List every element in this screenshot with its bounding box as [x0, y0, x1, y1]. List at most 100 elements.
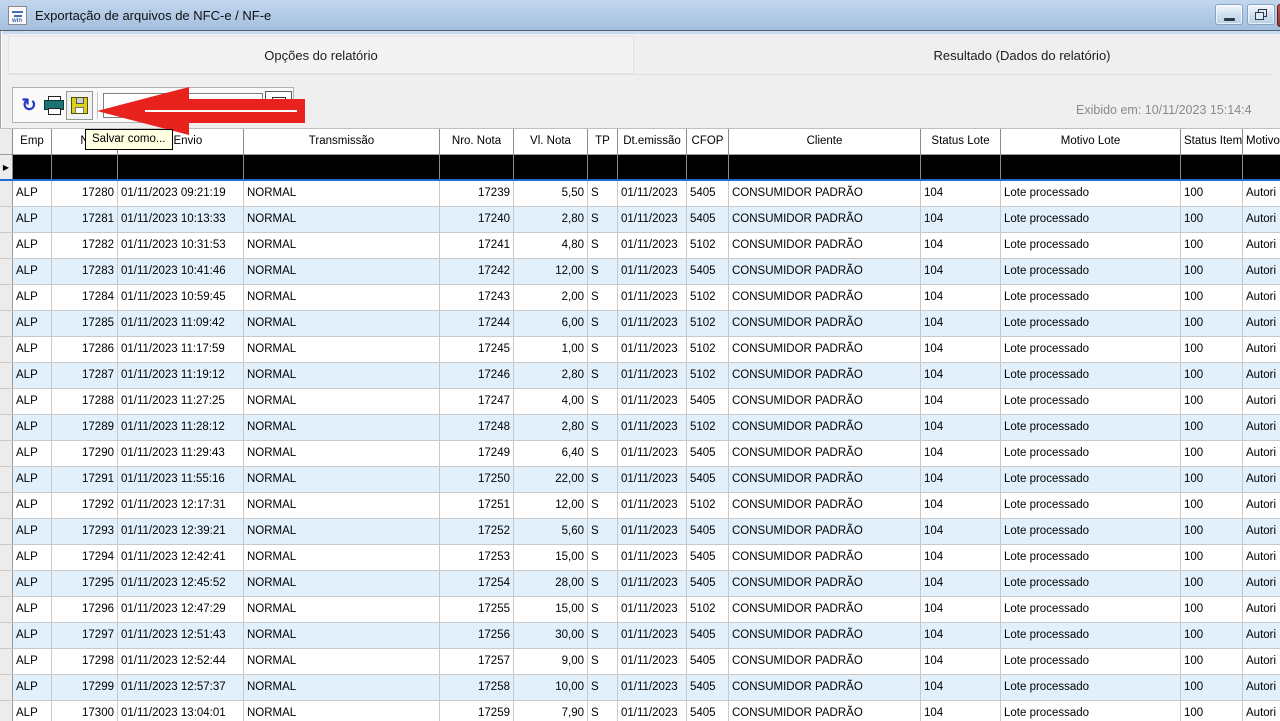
save-button[interactable] — [66, 91, 93, 120]
cell-emp: ALP — [13, 441, 52, 466]
cell-vl_nota: 12,00 — [514, 259, 588, 284]
cell-tp: S — [588, 467, 618, 492]
table-row[interactable]: ALP1729701/11/2023 12:51:43NORMAL1725630… — [0, 623, 1280, 649]
cell-dt_emissao: 01/11/2023 — [618, 181, 687, 206]
table-row[interactable]: ALP1729801/11/2023 12:52:44NORMAL172579,… — [0, 649, 1280, 675]
cell-cliente: CONSUMIDOR PADRÃO — [729, 649, 921, 674]
column-header-emp[interactable]: Emp — [13, 129, 52, 155]
cell-motivo_item: Autori — [1243, 311, 1280, 336]
cell-motivo_lote: Lote processado — [1001, 493, 1181, 518]
column-header-cfop[interactable]: CFOP — [687, 129, 729, 155]
cell-cliente: CONSUMIDOR PADRÃO — [729, 597, 921, 622]
table-row[interactable]: ALP1728301/11/2023 10:41:46NORMAL1724212… — [0, 259, 1280, 285]
row-indicator — [0, 519, 13, 544]
cell-dt_emissao: 01/11/2023 — [618, 519, 687, 544]
cell-dt_emissao: 01/11/2023 — [618, 701, 687, 721]
cell-vl_nota: 22,00 — [514, 467, 588, 492]
table-row[interactable]: ALP1729901/11/2023 12:57:37NORMAL1725810… — [0, 675, 1280, 701]
table-row[interactable]: ALP1728601/11/2023 11:17:59NORMAL172451,… — [0, 337, 1280, 363]
row-indicator — [0, 233, 13, 258]
cell-transmissao: NORMAL — [244, 493, 440, 518]
table-row[interactable]: ALP1728401/11/2023 10:59:45NORMAL172432,… — [0, 285, 1280, 311]
cell-status_item: 100 — [1181, 597, 1243, 622]
cell-status_lote: 104 — [921, 649, 1001, 674]
cell-dt_envio: 01/11/2023 11:55:16 — [118, 467, 244, 492]
cell-n: 17299 — [52, 675, 118, 700]
table-row[interactable]: ▶ALP1727901/11/2023 09:03:06NORMAL172384… — [0, 155, 1280, 181]
table-row[interactable]: ALP1729401/11/2023 12:42:41NORMAL1725315… — [0, 545, 1280, 571]
cell-cfop: 5102 — [687, 415, 729, 440]
table-row[interactable]: ALP1728501/11/2023 11:09:42NORMAL172446,… — [0, 311, 1280, 337]
cell-vl_nota: 7,90 — [514, 701, 588, 721]
column-header-motivo_item[interactable]: Motivo — [1243, 129, 1280, 155]
column-header-transmissao[interactable]: Transmissão — [244, 129, 440, 155]
cell-dt_emissao: 01/11/2023 — [618, 649, 687, 674]
cell-n: 17285 — [52, 311, 118, 336]
table-row[interactable]: ALP1729201/11/2023 12:17:31NORMAL1725112… — [0, 493, 1280, 519]
cell-motivo_item: Autori — [1243, 259, 1280, 284]
column-header-dt_emissao[interactable]: Dt.emissão — [618, 129, 687, 155]
cell-cliente: CONSUMIDOR PADRÃO — [729, 259, 921, 284]
column-header-motivo_lote[interactable]: Motivo Lote — [1001, 129, 1181, 155]
cell-motivo_item: Autori — [1243, 545, 1280, 570]
table-row[interactable]: ALP1728701/11/2023 11:19:12NORMAL172462,… — [0, 363, 1280, 389]
cell-transmissao: NORMAL — [244, 155, 440, 179]
filename-input[interactable] — [103, 93, 263, 118]
cell-vl_nota: 2,00 — [514, 285, 588, 310]
table-row[interactable]: ALP1730001/11/2023 13:04:01NORMAL172597,… — [0, 701, 1280, 721]
cell-status_lote: 104 — [921, 233, 1001, 258]
table-row[interactable]: ALP1728901/11/2023 11:28:12NORMAL172482,… — [0, 415, 1280, 441]
refresh-button[interactable]: ↻ — [17, 93, 41, 117]
cell-nro_nota: 17250 — [440, 467, 514, 492]
column-header-tp[interactable]: TP — [588, 129, 618, 155]
table-row[interactable]: ALP1728001/11/2023 09:21:19NORMAL172395,… — [0, 181, 1280, 207]
cell-motivo_lote: Lote processado — [1001, 181, 1181, 206]
column-header-cliente[interactable]: Cliente — [729, 129, 921, 155]
column-header-status_item[interactable]: Status Item — [1181, 129, 1243, 155]
table-row[interactable]: ALP1728101/11/2023 10:13:33NORMAL172402,… — [0, 207, 1280, 233]
table-row[interactable]: ALP1729301/11/2023 12:39:21NORMAL172525,… — [0, 519, 1280, 545]
preview-button[interactable] — [265, 91, 292, 120]
tab-resultado-dados-do-relatorio[interactable]: Resultado (Dados do relatório) — [764, 36, 1280, 74]
cell-dt_envio: 01/11/2023 09:21:19 — [118, 181, 244, 206]
cell-dt_emissao: 01/11/2023 — [618, 233, 687, 258]
cell-transmissao: NORMAL — [244, 389, 440, 414]
table-row[interactable]: ALP1729001/11/2023 11:29:43NORMAL172496,… — [0, 441, 1280, 467]
cell-nro_nota: 17248 — [440, 415, 514, 440]
cell-dt_envio: 01/11/2023 12:52:44 — [118, 649, 244, 674]
cell-cliente: CONSUMIDOR PADRÃO — [729, 311, 921, 336]
cell-transmissao: NORMAL — [244, 701, 440, 721]
cell-cfop: 5405 — [687, 441, 729, 466]
cell-cfop: 5102 — [687, 493, 729, 518]
minimize-button[interactable] — [1215, 4, 1243, 25]
column-header-vl_nota[interactable]: Vl. Nota — [514, 129, 588, 155]
cell-status_lote: 104 — [921, 597, 1001, 622]
cell-status_lote: 104 — [921, 493, 1001, 518]
table-row[interactable]: ALP1729601/11/2023 12:47:29NORMAL1725515… — [0, 597, 1280, 623]
cell-nro_nota: 17249 — [440, 441, 514, 466]
cell-n: 17283 — [52, 259, 118, 284]
cell-tp: S — [588, 701, 618, 721]
cell-nro_nota: 17251 — [440, 493, 514, 518]
table-row[interactable]: ALP1728201/11/2023 10:31:53NORMAL172414,… — [0, 233, 1280, 259]
table-row[interactable]: ALP1728801/11/2023 11:27:25NORMAL172474,… — [0, 389, 1280, 415]
cell-emp: ALP — [13, 311, 52, 336]
cell-cfop: 5405 — [687, 649, 729, 674]
column-header-nro_nota[interactable]: Nro. Nota — [440, 129, 514, 155]
table-row[interactable]: ALP1729101/11/2023 11:55:16NORMAL1725022… — [0, 467, 1280, 493]
print-icon — [44, 96, 64, 115]
tab-opcoes-do-relatorio[interactable]: Opções do relatório — [8, 36, 634, 74]
column-header-indicator — [0, 129, 13, 155]
cell-motivo_item: Autori — [1243, 441, 1280, 466]
table-row[interactable]: ALP1729501/11/2023 12:45:52NORMAL1725428… — [0, 571, 1280, 597]
column-header-status_lote[interactable]: Status Lote — [921, 129, 1001, 155]
window-title: Exportação de arquivos de NFC-e / NF-e — [35, 8, 271, 23]
cell-transmissao: NORMAL — [244, 207, 440, 232]
cell-nro_nota: 17244 — [440, 311, 514, 336]
restore-icon — [1255, 9, 1267, 20]
print-button[interactable] — [42, 93, 66, 117]
cell-vl_nota: 9,00 — [514, 649, 588, 674]
restore-button[interactable] — [1247, 4, 1275, 25]
cell-emp: ALP — [13, 389, 52, 414]
cell-status_lote: 104 — [921, 181, 1001, 206]
